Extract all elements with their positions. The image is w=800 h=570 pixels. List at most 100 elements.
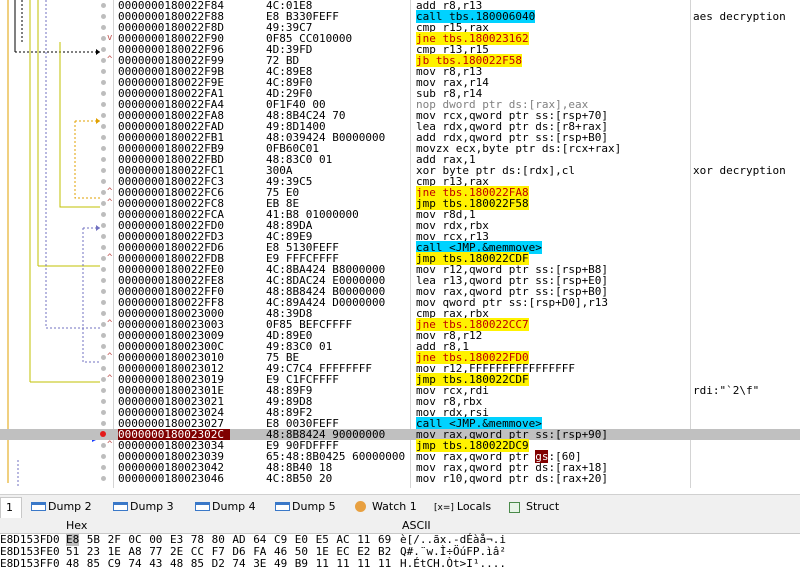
hex-byte[interactable]: 11 xyxy=(357,558,370,570)
breakpoint-slot-icon[interactable] xyxy=(101,278,106,283)
hex-header-ascii: ASCII xyxy=(402,519,431,532)
hex-byte[interactable]: 49 xyxy=(274,558,287,570)
tab-struct[interactable]: Struct xyxy=(506,497,559,517)
breakpoint-slot-icon[interactable] xyxy=(101,388,106,393)
jump-direction-icon: ^ xyxy=(107,55,113,65)
tab-label: Dump 4 xyxy=(212,500,256,513)
breakpoint-slot-icon[interactable] xyxy=(101,421,106,426)
breakpoint-slot-icon[interactable] xyxy=(101,190,106,195)
jump-direction-icon: ^ xyxy=(107,198,113,208)
instruction-segment: mov r10,qword ptr ds:[rax+20] xyxy=(416,472,609,485)
tab-dump-3[interactable]: Dump 3 xyxy=(110,497,174,517)
jump-direction-icon: ^ xyxy=(107,319,113,329)
hex-byte[interactable]: 48 xyxy=(170,558,183,570)
hex-byte[interactable]: 74 xyxy=(232,558,245,570)
jump-direction-icon: ^ xyxy=(107,440,113,450)
breakpoint-slot-icon[interactable] xyxy=(101,36,106,41)
jump-direction-icon: v xyxy=(107,33,113,43)
disassembly-view[interactable]: 0000000180022F84 4C:01E8 add r8,r13 0000000… xyxy=(0,0,800,488)
tab-locals[interactable]: [x=] Locals xyxy=(432,497,491,517)
breakpoint-slot-icon[interactable] xyxy=(101,366,106,371)
jump-direction-icon: ^ xyxy=(107,374,113,384)
breakpoint-slot-icon[interactable] xyxy=(101,91,106,96)
breakpoint-slot-icon[interactable] xyxy=(101,201,106,206)
hex-byte[interactable]: 3E xyxy=(253,558,266,570)
breakpoint-slot-icon[interactable] xyxy=(101,3,106,8)
breakpoint-slot-icon[interactable] xyxy=(101,113,106,118)
breakpoint-slot-icon[interactable] xyxy=(101,234,106,239)
hex-dump[interactable]: E8D153FD0 E8 5B 2F 0C 00 E3 78 80 AD 64 C9 E0 E5 AC 11 6… xyxy=(0,534,800,570)
breakpoint-slot-icon[interactable] xyxy=(101,179,106,184)
breakpoint-slot-icon[interactable] xyxy=(101,146,106,151)
hex-byte[interactable]: C9 xyxy=(108,558,121,570)
breakpoint-slot-icon[interactable] xyxy=(101,300,106,305)
breakpoint-slot-icon[interactable] xyxy=(101,465,106,470)
breakpoint-slot-icon[interactable] xyxy=(101,267,106,272)
tab-dump-4[interactable]: Dump 4 xyxy=(192,497,256,517)
hex-byte[interactable]: 85 xyxy=(191,558,204,570)
breakpoint-slot-icon[interactable] xyxy=(101,256,106,261)
instruction-row[interactable]: 0000000180023046 4C:8B50 20 mov r10,qword … xyxy=(0,473,800,484)
breakpoint-slot-icon[interactable] xyxy=(101,377,106,382)
breakpoint-slot-icon[interactable] xyxy=(101,443,106,448)
breakpoint-icon[interactable] xyxy=(100,431,106,437)
breakpoint-slot-icon[interactable] xyxy=(101,322,106,327)
breakpoint-slot-icon[interactable] xyxy=(101,14,106,19)
breakpoint-slot-icon[interactable] xyxy=(101,311,106,316)
breakpoint-slot-icon[interactable] xyxy=(101,157,106,162)
breakpoint-slot-icon[interactable] xyxy=(101,223,106,228)
breakpoint-slot-icon[interactable] xyxy=(101,58,106,63)
hex-byte[interactable]: D2 xyxy=(212,558,225,570)
breakpoint-slot-icon[interactable] xyxy=(101,476,106,481)
instruction-comment: xor decryption xyxy=(693,164,786,177)
breakpoint-slot-icon[interactable] xyxy=(101,333,106,338)
hex-ascii: H.ÉtCH.Òt>I¹.... xyxy=(400,557,506,570)
tab-label: Struct xyxy=(526,500,560,513)
hex-byte[interactable]: 11 xyxy=(316,558,329,570)
tab-watch-1[interactable]: Watch 1 xyxy=(352,497,417,517)
hex-byte[interactable]: 48 xyxy=(66,558,79,570)
breakpoint-slot-icon[interactable] xyxy=(101,212,106,217)
hex-byte[interactable]: B9 xyxy=(295,558,308,570)
hex-byte[interactable]: 11 xyxy=(336,558,349,570)
breakpoint-slot-icon[interactable] xyxy=(101,168,106,173)
bottom-tab-bar: 1 Dump 2 Dump 3 Dump 4 Dump 5 Watch 1 [x=] Loca… xyxy=(0,494,800,520)
breakpoint-slot-icon[interactable] xyxy=(101,399,106,404)
hex-byte[interactable]: 74 xyxy=(128,558,141,570)
instruction-comment: rdi:"`2\f" xyxy=(693,384,760,397)
breakpoint-slot-icon[interactable] xyxy=(101,80,106,85)
instruction-bytes: 4C:8B50 20 xyxy=(266,472,333,485)
tab-label: Dump 5 xyxy=(292,500,336,513)
tab-label: Dump 3 xyxy=(130,500,174,513)
breakpoint-slot-icon[interactable] xyxy=(101,454,106,459)
breakpoint-slot-icon[interactable] xyxy=(101,355,106,360)
tab-label: Locals xyxy=(456,500,492,513)
breakpoint-slot-icon[interactable] xyxy=(101,124,106,129)
instruction-address: 0000000180023046 xyxy=(118,472,224,485)
instruction-text: mov r10,qword ptr ds:[rax+20] xyxy=(416,473,690,484)
instruction-list: 0000000180022F84 4C:01E8 add r8,r13 0000000… xyxy=(0,0,800,484)
tab-label: Watch 1 xyxy=(372,500,417,513)
breakpoint-slot-icon[interactable] xyxy=(101,102,106,107)
instruction-comment: aes decryption xyxy=(693,10,786,23)
dump-icon xyxy=(113,502,128,511)
breakpoint-slot-icon[interactable] xyxy=(101,135,106,140)
tab-dump-2[interactable]: Dump 2 xyxy=(28,497,92,517)
jump-direction-icon: ^ xyxy=(107,352,113,362)
breakpoint-slot-icon[interactable] xyxy=(101,289,106,294)
hex-row[interactable]: E8D153FF0 48 85 C9 74 43 48 85 D2 74 3E 49 B9 11 11 11 1… xyxy=(0,558,800,570)
hex-byte[interactable]: 43 xyxy=(149,558,162,570)
breakpoint-slot-icon[interactable] xyxy=(101,245,106,250)
breakpoint-slot-icon[interactable] xyxy=(101,25,106,30)
breakpoint-slot-icon[interactable] xyxy=(101,344,106,349)
jump-direction-icon: ^ xyxy=(107,253,113,263)
hex-address: E8D153FF0 xyxy=(0,557,60,570)
dump-icon xyxy=(31,502,46,511)
breakpoint-slot-icon[interactable] xyxy=(101,47,106,52)
tab-1[interactable]: 1 xyxy=(0,497,22,518)
breakpoint-slot-icon[interactable] xyxy=(101,69,106,74)
hex-byte[interactable]: 85 xyxy=(87,558,100,570)
tab-dump-5[interactable]: Dump 5 xyxy=(272,497,336,517)
breakpoint-slot-icon[interactable] xyxy=(101,410,106,415)
hex-byte[interactable]: 11 xyxy=(378,558,391,570)
